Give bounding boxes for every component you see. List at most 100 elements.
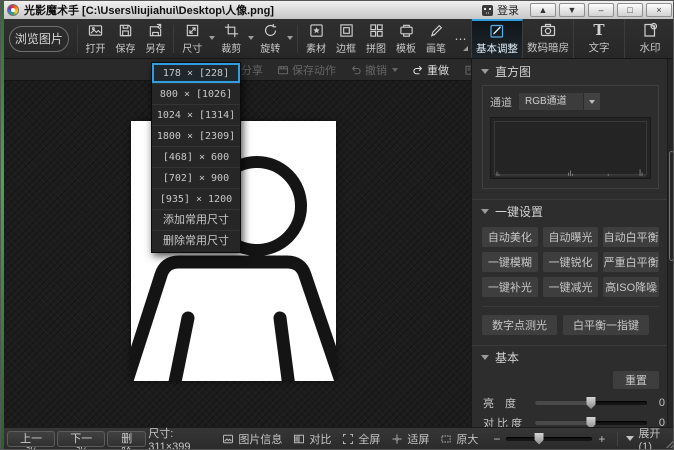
undo-icon [350, 64, 362, 76]
oneclick-button[interactable]: 自动曝光 [543, 227, 599, 247]
zoom-slider-thumb[interactable] [535, 433, 544, 445]
size-menu-item[interactable]: 1800 × [2309] [152, 126, 240, 147]
basic-section-header[interactable]: 基本 [472, 345, 674, 369]
image-info-icon [222, 433, 234, 445]
oneclick-extra-button[interactable]: 数字点测光 [482, 315, 557, 335]
oneclick-button[interactable]: 一键模糊 [482, 252, 538, 272]
adjust-panel: 直方图 通道 RGB通道 一键设置 自动美 [471, 59, 674, 429]
collapse-icon [481, 69, 489, 78]
save-action-button[interactable]: 保存动作 [270, 62, 343, 78]
template-button[interactable]: 模板 [391, 19, 421, 58]
compare-button[interactable]: 对比 [293, 431, 331, 447]
oneclick-button[interactable]: 一键补光 [482, 277, 538, 297]
channel-select[interactable]: RGB通道 [519, 93, 600, 110]
prev-image-button[interactable]: 上一张 [7, 431, 55, 447]
rotate-button[interactable]: 旋转 [255, 19, 285, 58]
fullscreen-button[interactable]: 全屏 [342, 431, 380, 447]
oneclick-button[interactable]: 自动美化 [482, 227, 538, 247]
panel-scrollbar[interactable] [667, 59, 674, 429]
reset-button[interactable]: 重置 [613, 371, 659, 389]
oneclick-button[interactable]: 一键减光 [543, 277, 599, 297]
oneclick-button[interactable]: 严重白平衡 [603, 252, 659, 272]
original-size-button[interactable]: 原大 [440, 431, 478, 447]
size-menu-item[interactable]: 删除常用尺寸 [152, 231, 240, 252]
save-button[interactable]: 保存 [110, 19, 140, 58]
expand-button[interactable]: 展开(1) [626, 425, 667, 450]
titlebar-buttons: 登录 ▲ ▼ – □ × [474, 3, 674, 18]
camera-icon [540, 22, 556, 38]
size-menu-item[interactable]: 添加常用尺寸 [152, 210, 240, 231]
oneclick-extra-button[interactable]: 白平衡一指键 [563, 315, 649, 335]
slider-track[interactable] [535, 401, 647, 405]
toolbar-separator [297, 25, 298, 53]
undo-button[interactable]: 撤销 [343, 62, 405, 78]
oneclick-section-header[interactable]: 一键设置 [472, 199, 674, 223]
scrollbar-thumb[interactable] [669, 151, 674, 261]
collage-button[interactable]: 拼图 [361, 19, 391, 58]
undo-dropdown-arrow[interactable] [392, 68, 398, 75]
save-as-button[interactable]: 另存 [140, 19, 170, 58]
open-icon [88, 23, 103, 38]
compare-icon [293, 433, 305, 445]
close-button[interactable]: × [646, 3, 672, 17]
titlebar-menu-button[interactable]: ▼ [559, 3, 585, 17]
crop-button[interactable]: 裁剪 [216, 19, 246, 58]
size-menu-item[interactable]: [468] × 600 [152, 147, 240, 168]
chevron-down-icon [583, 93, 600, 110]
redo-button[interactable]: 重做 [405, 62, 456, 78]
zoom-out-button[interactable]: − [493, 432, 500, 446]
histogram-section-header[interactable]: 直方图 [472, 59, 674, 83]
skin-button[interactable]: ▲ [530, 3, 556, 17]
resize-grip[interactable] [666, 440, 674, 448]
rotate-icon [263, 23, 278, 38]
size-menu-item[interactable]: 800 × [1026] [152, 84, 240, 105]
titlebar: 光影魔术手 [C:\Users\liujiahui\Desktop\人像.png… [1, 1, 674, 19]
rotate-dropdown-arrow[interactable] [285, 19, 294, 58]
save-action-icon [277, 64, 289, 76]
more-tools-button[interactable]: ⋯ [451, 19, 471, 58]
text-icon: T [593, 22, 604, 38]
oneclick-buttons: 自动美化 自动曝光 自动白平衡 一键模糊 一键锐化 严重白平衡 一键补光 一键减… [482, 227, 659, 297]
size-menu-item[interactable]: 1024 × [1314] [152, 105, 240, 126]
brush-icon [429, 23, 444, 38]
tab-basic-adjust[interactable]: 基本调整 [472, 19, 523, 58]
fit-screen-button[interactable]: 适屏 [391, 431, 429, 447]
size-menu-item[interactable]: [935] × 1200 [152, 189, 240, 210]
resize-dropdown-arrow[interactable] [207, 19, 216, 58]
next-image-button[interactable]: 下一张 [57, 431, 105, 447]
delete-image-button[interactable]: 删除 [107, 431, 146, 447]
material-icon [309, 23, 324, 38]
maximize-button[interactable]: □ [617, 3, 643, 17]
open-button[interactable]: 打开 [80, 19, 110, 58]
material-button[interactable]: 素材 [301, 19, 331, 58]
crop-dropdown-arrow[interactable] [246, 19, 255, 58]
zoom-in-button[interactable]: + [598, 432, 605, 446]
image-info-button[interactable]: 图片信息 [222, 431, 282, 447]
toolbar-separator [77, 25, 78, 53]
crop-icon [224, 23, 239, 38]
border-button[interactable]: 边框 [331, 19, 361, 58]
zoom-slider-track[interactable] [506, 437, 592, 441]
oneclick-button[interactable]: 高ISO降噪 [603, 277, 659, 297]
resize-button[interactable]: 尺寸 [177, 19, 207, 58]
slider-thumb[interactable] [587, 397, 596, 409]
tab-darkroom[interactable]: 数码暗房 [523, 19, 574, 58]
browse-images-button[interactable]: 浏览图片 [9, 26, 69, 52]
collapse-icon [481, 209, 489, 218]
oneclick-button[interactable]: 一键锐化 [543, 252, 599, 272]
oneclick-button[interactable]: 自动白平衡 [603, 227, 659, 247]
tab-watermark[interactable]: 水印 [625, 19, 674, 58]
status-bar: 上一张 下一张 删除 尺寸: 311×399 图片信息 对比 全屏 适屏 原大 … [1, 427, 674, 449]
app-logo-icon [7, 4, 19, 16]
basic-adjust-icon [489, 23, 505, 39]
login-button[interactable]: 登录 [474, 3, 527, 18]
fit-screen-icon [391, 433, 403, 445]
brush-button[interactable]: 画笔 [421, 19, 451, 58]
more-icon: ⋯ [455, 35, 468, 43]
zoom-control: − + [482, 432, 605, 446]
tab-text[interactable]: T 文字 [574, 19, 625, 58]
size-menu-item[interactable]: [702] × 900 [152, 168, 240, 189]
size-menu-item[interactable]: 178 × [228] [152, 63, 240, 84]
minimize-button[interactable]: – [588, 3, 614, 17]
original-size-icon [440, 433, 452, 445]
